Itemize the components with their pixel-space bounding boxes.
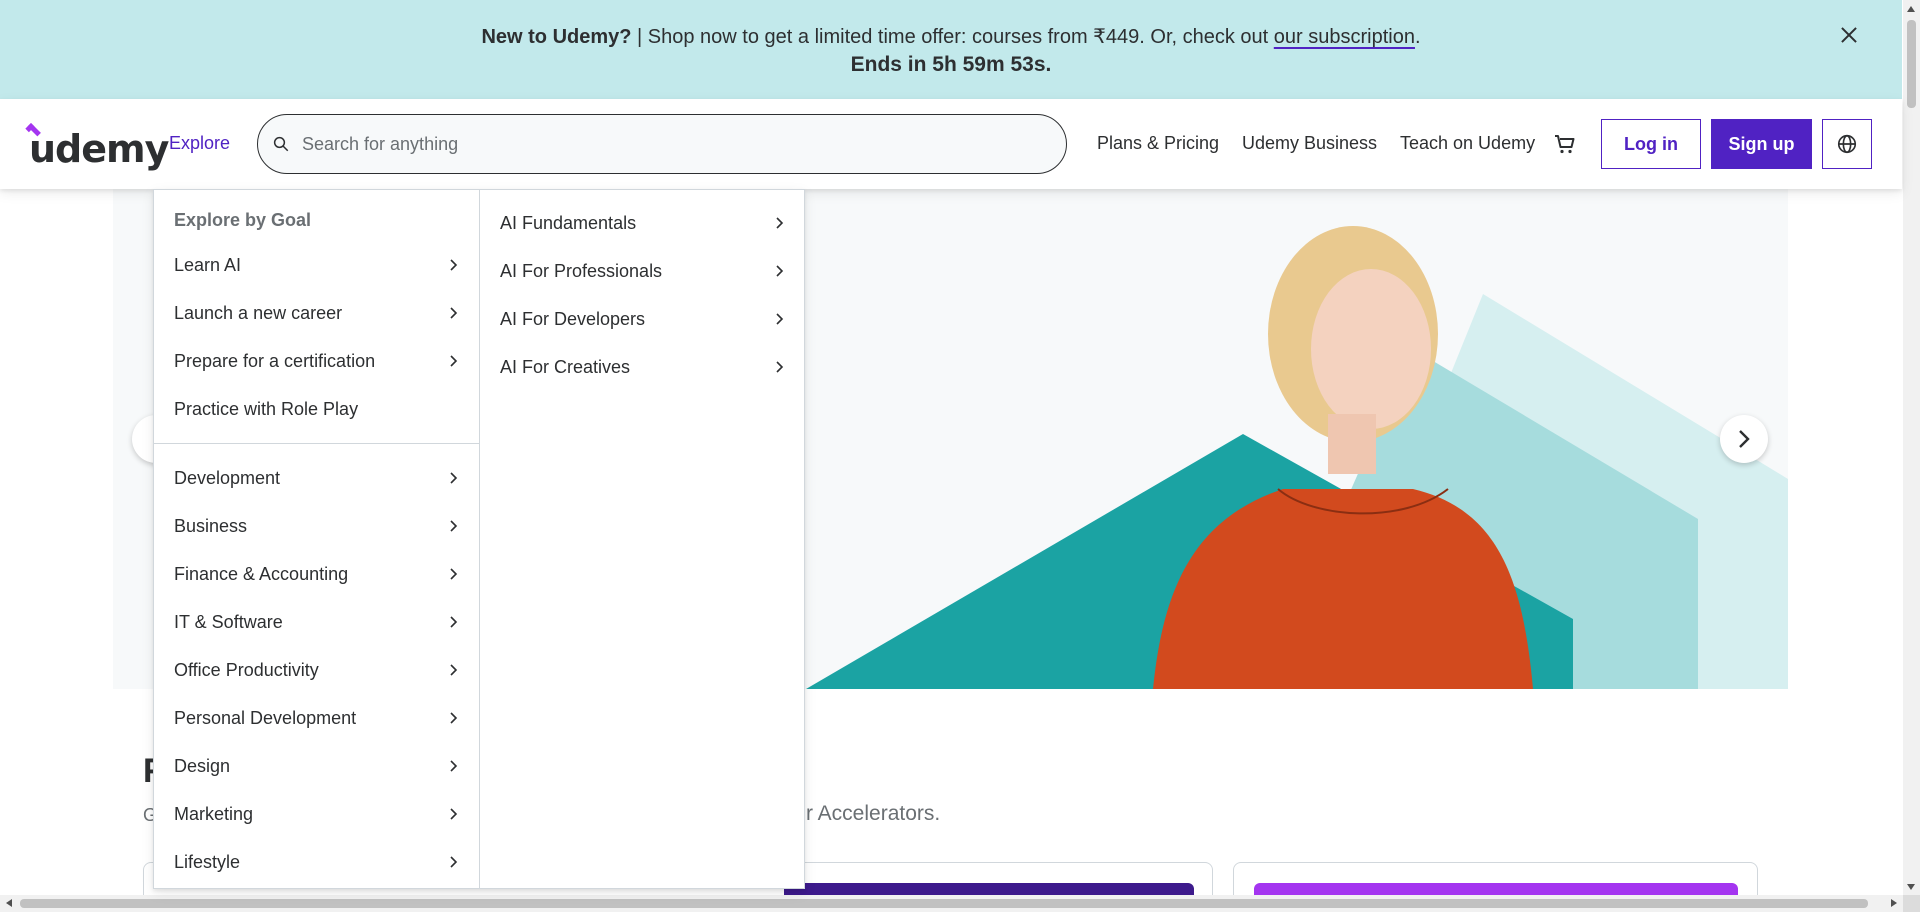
menu-item-office-productivity[interactable]: Office Productivity (154, 650, 479, 690)
chevron-right-icon (450, 307, 458, 319)
udemy-business-link[interactable]: Udemy Business (1242, 133, 1377, 154)
menu-item-it-software[interactable]: IT & Software (154, 602, 479, 642)
scroll-left-arrow-icon[interactable] (6, 899, 12, 907)
chevron-right-icon (450, 259, 458, 271)
promo-end-text: . (1414, 26, 1421, 48)
menu-item-design[interactable]: Design (154, 746, 479, 786)
udemy-logo[interactable]: udemy (25, 121, 169, 171)
teach-on-udemy-link[interactable]: Teach on Udemy (1400, 133, 1535, 154)
horizontal-scrollbar[interactable] (0, 895, 1903, 912)
menu-item-label: Design (174, 755, 231, 776)
submenu-item-label: AI For Developers (500, 308, 646, 329)
menu-primary-column: Explore by Goal Learn AI Launch a new ca… (154, 190, 480, 888)
menu-item-label: Learn AI (174, 254, 242, 275)
menu-item-label: Practice with Role Play (174, 398, 359, 419)
chevron-right-icon (450, 616, 458, 628)
menu-item-learn-ai[interactable]: Learn AI (154, 245, 479, 285)
menu-item-label: Development (174, 467, 281, 488)
menu-item-development[interactable]: Development (154, 458, 479, 498)
plans-pricing-link[interactable]: Plans & Pricing (1097, 133, 1219, 154)
chevron-right-icon (450, 856, 458, 868)
menu-item-label: IT & Software (174, 611, 283, 632)
menu-item-label: Marketing (174, 803, 254, 824)
vertical-scrollbar[interactable] (1903, 0, 1920, 912)
logo-text: udemy (29, 127, 169, 171)
scroll-down-arrow-icon[interactable] (1907, 884, 1915, 890)
submenu-item-label: AI For Creatives (500, 356, 631, 377)
menu-item-certification[interactable]: Prepare for a certification (154, 341, 479, 381)
chevron-right-icon (450, 520, 458, 532)
chevron-right-icon (1739, 430, 1750, 448)
chevron-right-icon (776, 217, 784, 229)
explore-menu: Explore by Goal Learn AI Launch a new ca… (153, 189, 805, 889)
promo-text: New to Udemy? | Shop now to get a limite… (0, 24, 1902, 49)
menu-item-lifestyle[interactable]: Lifestyle (154, 842, 479, 882)
signup-button[interactable]: Sign up (1711, 119, 1812, 169)
menu-item-business[interactable]: Business (154, 506, 479, 546)
chevron-right-icon (450, 355, 458, 367)
chevron-right-icon (450, 568, 458, 580)
menu-item-label: Finance & Accounting (174, 563, 349, 584)
hero-next-button[interactable] (1720, 415, 1768, 463)
site-header: udemy Explore Plans & Pricing Udemy Busi… (0, 99, 1902, 189)
vertical-scroll-thumb[interactable] (1907, 20, 1916, 108)
language-button[interactable] (1822, 119, 1872, 169)
chevron-right-icon (450, 712, 458, 724)
submenu-item-label: AI For Professionals (500, 260, 663, 281)
submenu-item-ai-fundamentals[interactable]: AI Fundamentals (480, 203, 805, 243)
promo-banner: New to Udemy? | Shop now to get a limite… (0, 0, 1902, 99)
chevron-right-icon (450, 472, 458, 484)
menu-item-label: Office Productivity (174, 659, 319, 680)
submenu-item-ai-professionals[interactable]: AI For Professionals (480, 251, 805, 291)
menu-submenu-column: AI Fundamentals AI For Professionals AI … (480, 190, 805, 888)
horizontal-scroll-thumb[interactable] (20, 899, 1868, 908)
login-button[interactable]: Log in (1601, 119, 1701, 169)
promo-countdown: Ends in 5h 59m 53s. (850, 53, 1052, 76)
menu-item-label: Prepare for a certification (174, 350, 376, 371)
submenu-item-label: AI Fundamentals (500, 212, 637, 233)
subscription-link[interactable]: our subscription (1274, 26, 1415, 48)
cart-icon[interactable] (1553, 132, 1577, 156)
menu-item-label: Lifestyle (174, 851, 241, 872)
menu-item-label: Business (174, 515, 248, 536)
search-input[interactable] (302, 127, 1042, 161)
scroll-up-arrow-icon[interactable] (1907, 6, 1915, 12)
section-subtitle: r Accelerators. (806, 802, 941, 825)
scrollbar-corner (1903, 895, 1920, 912)
menu-divider (154, 443, 480, 444)
search-bar (257, 114, 1067, 174)
submenu-item-ai-developers[interactable]: AI For Developers (480, 299, 805, 339)
chevron-right-icon (450, 664, 458, 676)
chevron-right-icon (776, 361, 784, 373)
explore-button[interactable]: Explore (169, 133, 230, 154)
globe-icon (1837, 134, 1857, 154)
close-icon[interactable] (1838, 24, 1860, 46)
chevron-right-icon (450, 808, 458, 820)
scroll-right-arrow-icon[interactable] (1891, 899, 1897, 907)
promo-bold-text: New to Udemy? (481, 26, 632, 48)
menu-item-label: Launch a new career (174, 302, 343, 323)
search-icon[interactable] (272, 135, 290, 153)
menu-heading: Explore by Goal (174, 210, 312, 230)
promo-body-text: | Shop now to get a limited time offer: … (631, 26, 1274, 48)
chevron-right-icon (776, 313, 784, 325)
chevron-right-icon (776, 265, 784, 277)
menu-item-launch-career[interactable]: Launch a new career (154, 293, 479, 333)
chevron-right-icon (450, 760, 458, 772)
menu-item-finance[interactable]: Finance & Accounting (154, 554, 479, 594)
menu-item-marketing[interactable]: Marketing (154, 794, 479, 834)
submenu-item-ai-creatives[interactable]: AI For Creatives (480, 347, 805, 387)
menu-item-label: Personal Development (174, 707, 357, 728)
menu-item-role-play[interactable]: Practice with Role Play (154, 389, 479, 429)
menu-item-personal-development[interactable]: Personal Development (154, 698, 479, 738)
